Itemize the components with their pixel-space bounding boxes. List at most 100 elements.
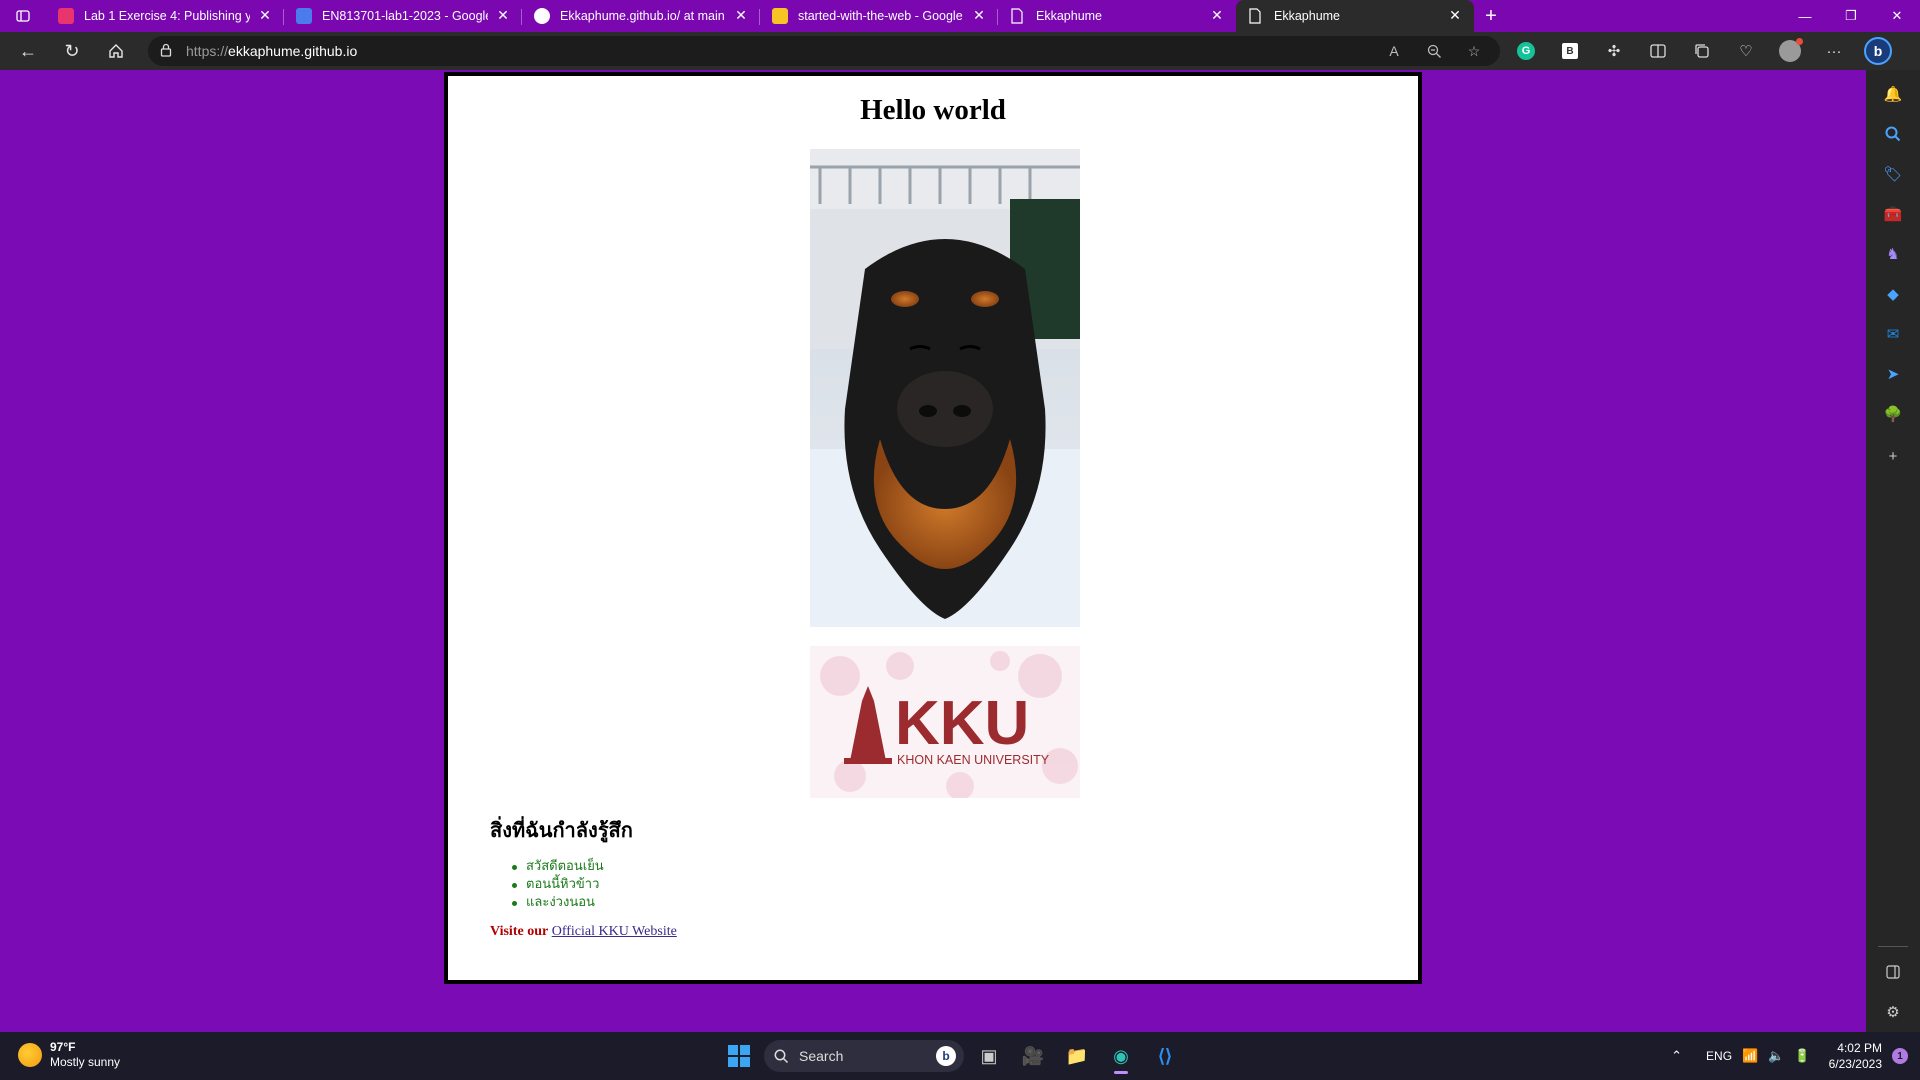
plus-icon: + — [1888, 447, 1898, 465]
restore-button[interactable]: ❐ — [1828, 0, 1874, 32]
teams-chat-button[interactable]: 🎥 — [1014, 1037, 1052, 1075]
edge-taskbar-button[interactable]: ◉ — [1102, 1037, 1140, 1075]
split-screen-button[interactable] — [1636, 32, 1680, 70]
dog-image — [810, 149, 1080, 627]
dog-photo — [810, 149, 1080, 627]
page-container: Hello world KKU KHON KAEN UNIVERSITY สิ่… — [444, 72, 1422, 984]
sidebar-outlook[interactable]: ✉ — [1879, 320, 1907, 348]
search-icon — [1885, 126, 1901, 142]
sidebar-add[interactable]: + — [1879, 442, 1907, 470]
tab-label: Ekkaphume.github.io/ at main · E — [560, 9, 726, 23]
google-docs-icon — [296, 8, 312, 24]
taskbar-search[interactable]: Search b — [764, 1040, 964, 1072]
minimize-button[interactable]: — — [1782, 0, 1828, 32]
settings-more-button[interactable]: ··· — [1812, 32, 1856, 70]
tab-strip: Lab 1 Exercise 4: Publishing your ✕ EN81… — [0, 0, 1920, 32]
outlook-icon: ✉ — [1886, 326, 1900, 343]
clock-time: 4:02 PM — [1837, 1041, 1882, 1055]
new-tab-button[interactable]: + — [1474, 0, 1508, 32]
kku-logo-subtext: KHON KAEN UNIVERSITY — [897, 753, 1050, 767]
office-icon: ◆ — [1887, 286, 1899, 303]
file-explorer-button[interactable]: 📁 — [1058, 1037, 1096, 1075]
zoom-out-icon — [1427, 44, 1441, 58]
language-indicator[interactable]: ENG — [1706, 1049, 1732, 1063]
refresh-icon: ↻ — [64, 40, 80, 61]
b-extension-button[interactable]: B — [1548, 32, 1592, 70]
github-icon — [534, 8, 550, 24]
puzzle-icon: ✣ — [1607, 43, 1621, 60]
close-icon[interactable]: ✕ — [256, 6, 274, 24]
close-icon[interactable]: ✕ — [970, 6, 988, 24]
star-icon: ☆ — [1467, 42, 1481, 59]
tab-actions-button[interactable] — [0, 0, 46, 32]
close-window-button[interactable]: ✕ — [1874, 0, 1920, 32]
sidebar-microsoft365[interactable]: ◆ — [1879, 280, 1907, 308]
extensions-area: G B ✣ ♡ ··· b — [1504, 32, 1900, 70]
sidebar-tree[interactable]: 🌳 — [1879, 400, 1907, 428]
sidebar-tools[interactable]: 🧰 — [1879, 200, 1907, 228]
task-view-icon: ▣ — [980, 1045, 998, 1066]
volume-icon[interactable]: 🔈 — [1768, 1048, 1784, 1064]
page-icon — [1010, 8, 1026, 24]
bing-chat-button[interactable]: b — [1856, 32, 1900, 70]
tab-lab1-exercise[interactable]: Lab 1 Exercise 4: Publishing your ✕ — [46, 0, 284, 32]
vscode-taskbar-button[interactable]: ⟨⟩ — [1146, 1037, 1184, 1075]
address-bar[interactable]: https://ekkaphume.github.io A ☆ — [148, 36, 1500, 66]
collections-button[interactable] — [1680, 32, 1724, 70]
browser-essentials-button[interactable]: ♡ — [1724, 32, 1768, 70]
read-aloud-button[interactable]: A — [1376, 36, 1412, 66]
close-icon[interactable]: ✕ — [1446, 6, 1464, 24]
read-aloud-icon: A — [1389, 43, 1399, 59]
sidebar-search[interactable] — [1879, 120, 1907, 148]
kku-website-link[interactable]: Official KKU Website — [552, 924, 677, 939]
edge-icon: ◉ — [1113, 1045, 1129, 1066]
sidebar-notifications[interactable]: 🔔 — [1879, 80, 1907, 108]
zoom-button[interactable] — [1416, 36, 1452, 66]
clock[interactable]: 4:02 PM 6/23/2023 — [1829, 1040, 1882, 1072]
wifi-icon[interactable]: 📶 — [1742, 1048, 1758, 1064]
clock-date: 6/23/2023 — [1828, 1057, 1882, 1071]
chevron-up-icon[interactable]: ⌃ — [1671, 1048, 1682, 1064]
refresh-button[interactable]: ↻ — [50, 32, 94, 70]
battery-icon[interactable]: 🔋 — [1794, 1048, 1810, 1064]
home-button[interactable] — [94, 32, 138, 70]
close-icon[interactable]: ✕ — [494, 6, 512, 24]
extensions-button[interactable]: ✣ — [1592, 32, 1636, 70]
sidebar-send[interactable]: ➤ — [1879, 360, 1907, 388]
edge-sidebar: 🔔 🏷 🧰 ♞ ◆ ✉ ➤ 🌳 + ⚙ — [1866, 70, 1920, 1032]
start-button[interactable] — [720, 1037, 758, 1075]
weather-widget[interactable]: 97°F Mostly sunny — [18, 1040, 120, 1070]
minimize-icon: — — [1798, 8, 1812, 24]
sun-icon — [18, 1043, 42, 1067]
list-item: และง่วงนอน — [512, 894, 604, 912]
task-view-button[interactable]: ▣ — [970, 1037, 1008, 1075]
tab-google-docs[interactable]: EN813701-lab1-2023 - Google D ✕ — [284, 0, 522, 32]
windows-taskbar: 97°F Mostly sunny Search b ▣ 🎥 📁 ◉ ⟨⟩ ⌃ … — [0, 1032, 1920, 1080]
tab-ekkaphume-active[interactable]: Ekkaphume ✕ — [1236, 0, 1474, 32]
tab-label: Lab 1 Exercise 4: Publishing your — [84, 9, 250, 23]
plus-icon: + — [1485, 4, 1497, 27]
sidebar-settings[interactable]: ⚙ — [1879, 998, 1907, 1026]
lock-icon[interactable] — [160, 43, 186, 60]
footer-line: Visite our Official KKU Website — [490, 924, 677, 940]
profile-button[interactable] — [1768, 32, 1812, 70]
system-tray: ⌃ ENG 📶 🔈 🔋 4:02 PM 6/23/2023 1 — [1671, 1032, 1908, 1080]
toolbox-icon: 🧰 — [1883, 206, 1903, 223]
tab-label: Ekkaphume — [1036, 9, 1103, 23]
tab-google-slides[interactable]: started-with-the-web - Google S ✕ — [760, 0, 998, 32]
close-icon: ✕ — [1891, 8, 1903, 23]
notification-badge[interactable]: 1 — [1892, 1048, 1908, 1064]
close-icon[interactable]: ✕ — [732, 6, 750, 24]
tab-ekkaphume[interactable]: Ekkaphume ✕ — [998, 0, 1236, 32]
close-icon[interactable]: ✕ — [1208, 6, 1226, 24]
search-icon — [774, 1049, 789, 1063]
page-viewport: Hello world KKU KHON KAEN UNIVERSITY สิ่… — [0, 70, 1866, 1032]
grammarly-extension-button[interactable]: G — [1504, 32, 1548, 70]
sidebar-hide[interactable] — [1879, 958, 1907, 986]
favorite-button[interactable]: ☆ — [1456, 36, 1492, 66]
back-button[interactable]: ← — [6, 32, 50, 70]
tab-label: Ekkaphume — [1274, 9, 1341, 23]
sidebar-games[interactable]: ♞ — [1879, 240, 1907, 268]
sidebar-shopping[interactable]: 🏷 — [1879, 160, 1907, 188]
tab-github[interactable]: Ekkaphume.github.io/ at main · E ✕ — [522, 0, 760, 32]
